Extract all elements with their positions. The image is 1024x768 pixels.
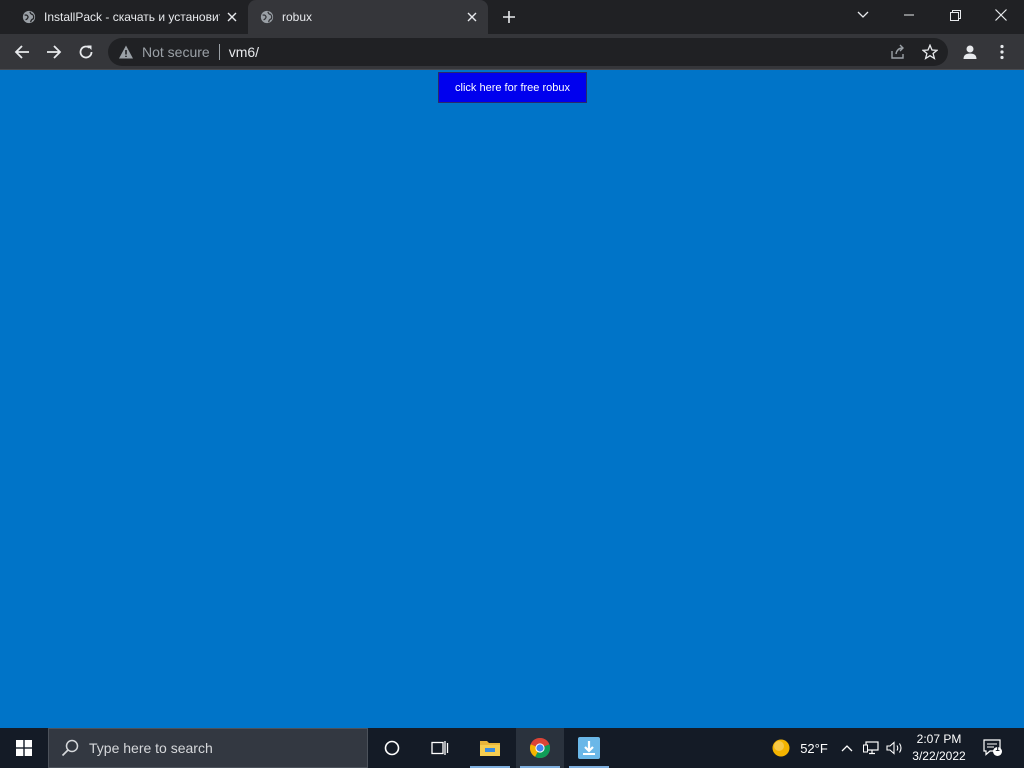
close-tab-icon[interactable]: [224, 9, 240, 25]
url-text[interactable]: vm6/: [229, 44, 259, 60]
tab-search-button[interactable]: [840, 0, 886, 30]
windows-logo-icon: [16, 740, 32, 756]
profile-button[interactable]: [956, 38, 984, 66]
close-icon: [995, 9, 1007, 21]
globe-icon: [22, 10, 36, 24]
network-icon: [863, 741, 879, 755]
minimize-button[interactable]: [886, 0, 932, 30]
address-bar[interactable]: Not secure vm6/: [108, 38, 948, 66]
warning-icon: [119, 45, 133, 59]
menu-button[interactable]: [988, 38, 1016, 66]
profile-icon: [963, 45, 977, 59]
browser-toolbar: Not secure vm6/: [0, 34, 1024, 70]
arrow-left-icon: [14, 45, 29, 59]
cortana-button[interactable]: [368, 728, 416, 768]
new-tab-button[interactable]: [498, 6, 520, 28]
arrow-right-icon: [47, 45, 62, 59]
start-button[interactable]: [0, 728, 48, 768]
chevron-down-icon: [857, 11, 869, 18]
weather-widget[interactable]: 52°F: [760, 728, 840, 768]
clock-date: 3/22/2022: [912, 749, 966, 763]
omnibox-divider: [218, 44, 220, 60]
volume-button[interactable]: [884, 728, 906, 768]
search-placeholder: Type here to search: [89, 740, 213, 756]
chrome-taskbar-button[interactable]: [516, 728, 564, 768]
tab-installpack[interactable]: InstallPack - скачать и установит: [0, 0, 248, 34]
share-icon[interactable]: [890, 44, 906, 60]
show-hidden-icons-button[interactable]: [838, 728, 856, 768]
action-center-button[interactable]: 1: [980, 728, 1006, 768]
cortana-circle-icon: [384, 740, 400, 756]
kebab-menu-icon: [1000, 44, 1004, 60]
reload-button[interactable]: [72, 38, 100, 66]
download-app-icon: [578, 737, 600, 759]
task-view-button[interactable]: [416, 728, 464, 768]
minimize-icon: [904, 14, 914, 16]
close-window-button[interactable]: [978, 0, 1024, 30]
globe-icon: [260, 10, 274, 24]
forward-button[interactable]: [40, 38, 68, 66]
tab-robux[interactable]: robux: [248, 0, 488, 34]
restore-icon: [949, 9, 961, 21]
clock-time: 2:07 PM: [916, 732, 962, 746]
chevron-up-icon: [841, 745, 853, 752]
page-viewport: click here for free robux: [0, 70, 1024, 728]
search-icon: [61, 739, 79, 757]
plus-icon: [503, 11, 515, 23]
weather-temperature: 52°F: [800, 740, 828, 756]
chrome-icon: [529, 737, 551, 759]
reload-icon: [79, 45, 93, 59]
tab-title: InstallPack - скачать и установит: [44, 10, 220, 24]
restore-button[interactable]: [932, 0, 978, 30]
free-robux-button[interactable]: click here for free robux: [438, 72, 587, 103]
security-label[interactable]: Not secure: [142, 44, 210, 60]
file-explorer-button[interactable]: [466, 728, 514, 768]
tab-strip: InstallPack - скачать и установит robux: [0, 0, 1024, 34]
speaker-icon: [886, 741, 902, 755]
back-button[interactable]: [8, 38, 36, 66]
system-clock[interactable]: 2:07 PM 3/22/2022: [904, 731, 974, 765]
task-view-icon: [431, 741, 449, 755]
taskbar-search-box[interactable]: Type here to search: [48, 728, 368, 768]
windows-taskbar: Type here to search 52°F 2:07 PM 3/22/20…: [0, 728, 1024, 768]
folder-icon: [480, 741, 500, 756]
sun-icon: [772, 739, 790, 757]
tab-title: robux: [282, 10, 313, 24]
notification-count-badge: 1: [995, 744, 1000, 753]
network-button[interactable]: [860, 728, 882, 768]
close-tab-icon[interactable]: [464, 9, 480, 25]
bookmark-star-icon[interactable]: [922, 44, 938, 60]
installpack-taskbar-button[interactable]: [565, 728, 613, 768]
